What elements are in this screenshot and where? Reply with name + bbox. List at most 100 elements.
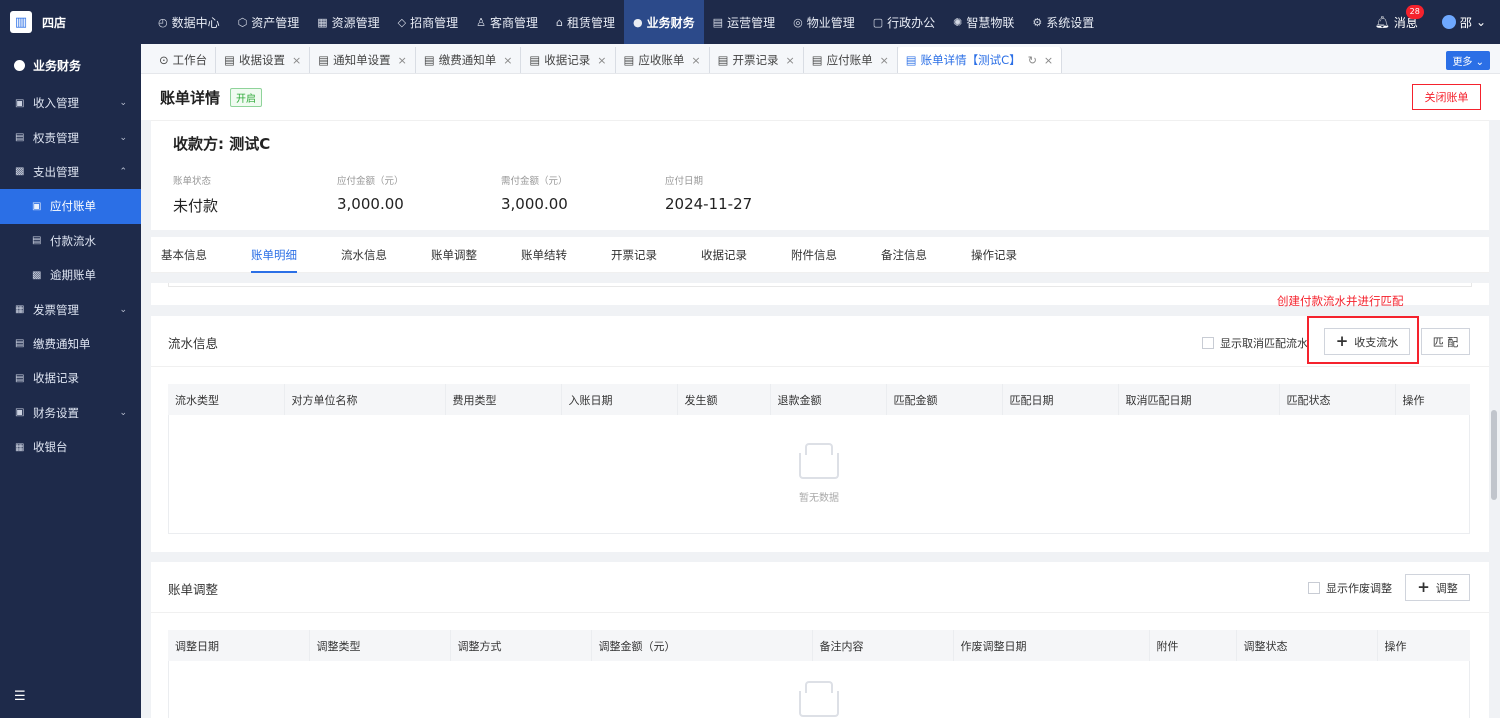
show-cancelled-match-checkbox[interactable]: 显示取消匹配流水 (1202, 335, 1308, 351)
topnav-item-settings[interactable]: ⚙ 系统设置 (1023, 0, 1103, 44)
tab-bill-carryover[interactable]: 账单结转 (521, 237, 567, 273)
table-edge (168, 283, 1472, 287)
topnav-item-operation[interactable]: ▤ 运营管理 (704, 0, 784, 44)
match-button[interactable]: 匹 配 (1421, 328, 1470, 355)
sidebar-item-income[interactable]: ▣ 收入管理 ⌄ (0, 86, 141, 120)
tab-receipt-records[interactable]: ▤ 收据记录 × (521, 47, 616, 73)
tab-notice-settings[interactable]: ▤ 通知单设置 × (310, 47, 416, 73)
stat-label: 应付日期 (665, 176, 704, 187)
sidebar-item-cashier[interactable]: ▦ 收银台 (0, 430, 141, 464)
show-void-adjustment-checkbox[interactable]: 显示作废调整 (1308, 580, 1392, 596)
tab-bill-details[interactable]: 账单明细 (251, 237, 297, 273)
tab-attachments[interactable]: 附件信息 (791, 237, 837, 273)
tab-operation-log[interactable]: 操作记录 (971, 237, 1017, 273)
column-header: 流水类型 (168, 384, 285, 415)
close-icon[interactable]: × (1044, 54, 1053, 67)
close-icon[interactable]: × (691, 54, 700, 67)
topnav-item-customer[interactable]: ♙ 客商管理 (467, 0, 547, 44)
brand[interactable]: ▥ 四店 (0, 0, 141, 44)
topnav-item-resource[interactable]: ▦ 资源管理 (308, 0, 388, 44)
cashier-icon: ▦ (15, 441, 25, 453)
collapse-menu-icon[interactable]: ☰ (14, 689, 26, 704)
close-icon[interactable]: × (597, 54, 606, 67)
asset-icon: ⬡ (237, 15, 248, 29)
close-bill-button[interactable]: 关闭账单 (1412, 84, 1481, 110)
receipt-icon: ▤ (15, 372, 25, 384)
topnav-label: 业务财务 (646, 15, 695, 30)
tab-receivable-bills[interactable]: ▤ 应收账单 × (616, 47, 710, 73)
close-icon[interactable]: × (880, 54, 889, 67)
tab-receipt-records[interactable]: 收据记录 (701, 237, 747, 273)
sidebar-item-overdue-bills[interactable]: ▩ 逾期账单 (0, 258, 141, 292)
column-header: 备注内容 (812, 630, 954, 661)
sidebar-item-expense[interactable]: ▩ 支出管理 ⌃ (0, 155, 141, 189)
sidebar-item-receipts[interactable]: ▤ 收据记录 (0, 361, 141, 395)
stat-label: 应付金额（元） (337, 176, 404, 187)
tab-invoice-records[interactable]: ▤ 开票记录 × (710, 47, 804, 73)
sidebar-item-invoice[interactable]: ▦ 发票管理 ⌄ (0, 292, 141, 326)
checkbox-box[interactable] (1202, 337, 1214, 349)
add-adjustment-button[interactable]: + 调整 (1405, 574, 1470, 601)
tab-receipt-settings[interactable]: ▤ 收据设置 × (216, 47, 311, 73)
topnav-item-admin-office[interactable]: ▢ 行政办公 (864, 0, 944, 44)
divider (151, 612, 1489, 613)
stat-value: 3,000.00 (501, 195, 568, 213)
stat-label: 账单状态 (173, 176, 212, 187)
finance-settings-icon: ▣ (15, 407, 25, 419)
tab-workbench[interactable]: ⊙ 工作台 (151, 47, 217, 73)
tab-payable-bills[interactable]: ▤ 应付账单 × (804, 47, 898, 73)
button-label: 调整 (1435, 581, 1458, 595)
topnav-item-property[interactable]: ◎ 物业管理 (784, 0, 864, 44)
sidebar-item-finance-settings[interactable]: ▣ 财务设置 ⌄ (0, 396, 141, 430)
resource-icon: ▦ (317, 15, 328, 29)
stat-due-amount: 需付金额（元） 3,000.00 (501, 173, 568, 213)
sidebar-header-label: 业务财务 (33, 58, 82, 73)
column-header: 匹配日期 (1002, 384, 1119, 415)
tab-basic-info[interactable]: 基本信息 (161, 237, 207, 273)
page-icon: ▤ (224, 53, 236, 67)
building-logo-icon: ▥ (10, 11, 32, 33)
sidebar-item-accrual[interactable]: ▤ 权责管理 ⌄ (0, 120, 141, 154)
table-header-row: 调整日期 调整类型 调整方式 调整金额（元） 备注内容 作废调整日期 附件 调整… (168, 630, 1470, 661)
annotation-text: 创建付款流水并进行匹配 (1277, 294, 1404, 308)
user-menu[interactable]: 邵 ⌄ (1441, 14, 1486, 31)
column-header: 匹配金额 (886, 384, 1003, 415)
tab-bill-detail[interactable]: ▤ 账单详情【测试C】 ↻ × (897, 47, 1063, 73)
tab-payment-notice[interactable]: ▤ 缴费通知单 × (416, 47, 522, 73)
flow-table-body: 暂无数据 (168, 415, 1470, 534)
expense-icon: ▩ (15, 166, 25, 178)
more-tabs-button[interactable]: 更多 ⌄ (1446, 51, 1490, 70)
annotation-highlight-box (1307, 316, 1419, 364)
close-icon[interactable]: × (398, 54, 407, 67)
income-icon: ▣ (15, 97, 25, 109)
topnav-item-investment[interactable]: ◇ 招商管理 (389, 0, 467, 44)
topnav-item-business-finance[interactable]: ● 业务财务 (624, 0, 704, 44)
panel-title: 流水信息 (168, 336, 219, 351)
page-scrollbar[interactable] (1491, 410, 1497, 500)
bell-icon: 🔔︎ (1374, 15, 1390, 29)
messages-button[interactable]: 🔔︎ 消息 28 (1374, 4, 1424, 31)
tab-remarks[interactable]: 备注信息 (881, 237, 927, 273)
close-icon[interactable]: × (503, 54, 512, 67)
sidebar-item-label: 收据记录 (33, 371, 79, 386)
topnav-item-asset[interactable]: ⬡ 资产管理 (229, 0, 309, 44)
column-header: 附件 (1149, 630, 1237, 661)
checkbox-box[interactable] (1308, 582, 1320, 594)
topnav-item-lease[interactable]: ⌂ 租赁管理 (547, 0, 624, 44)
close-icon[interactable]: × (785, 54, 794, 67)
tab-label: 账单详情【测试C】 (920, 53, 1021, 67)
top-navbar: ▥ 四店 ◴ 数据中心 ⬡ 资产管理 ▦ 资源管理 ◇ 招商管理 ♙ 客商管理 ⌂ 租赁管理… (0, 0, 1500, 44)
adjustment-table: 调整日期 调整类型 调整方式 调整金额（元） 备注内容 作废调整日期 附件 调整… (168, 630, 1470, 661)
topnav-label: 智慧物联 (966, 15, 1015, 30)
tab-invoice-records[interactable]: 开票记录 (611, 237, 657, 273)
topnav-item-iot[interactable]: ✺ 智慧物联 (944, 0, 1023, 44)
tab-flow-info[interactable]: 流水信息 (341, 237, 387, 273)
tab-bill-adjustment[interactable]: 账单调整 (431, 237, 477, 273)
sidebar-item-payment-notice[interactable]: ▤ 缴费通知单 (0, 327, 141, 361)
close-icon[interactable]: × (292, 54, 301, 67)
sidebar-item-payment-flow[interactable]: ▤ 付款流水 (0, 224, 141, 258)
topnav-item-data-center[interactable]: ◴ 数据中心 (149, 0, 229, 44)
chevron-up-icon: ⌃ (119, 166, 127, 177)
sidebar-item-payable-bills[interactable]: ▣ 应付账单 (0, 189, 141, 224)
refresh-icon[interactable]: ↻ (1028, 54, 1037, 67)
